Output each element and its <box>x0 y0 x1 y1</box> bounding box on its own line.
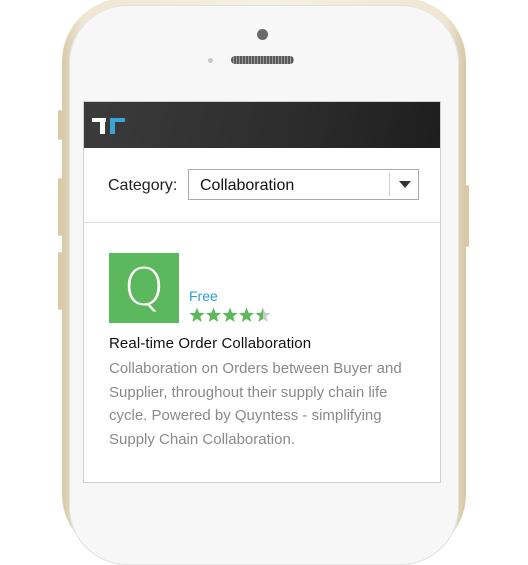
app-title[interactable]: Real-time Order Collaboration <box>109 335 311 352</box>
category-label: Category: <box>108 177 178 194</box>
star-icon <box>189 307 205 322</box>
app-price: Free <box>189 288 218 304</box>
star-icon <box>205 307 222 322</box>
rating-stars <box>189 307 271 322</box>
phone-screen: Category: Collaboration Q Free Real-time… <box>84 102 440 482</box>
select-divider <box>389 173 390 196</box>
phone-power-button <box>465 185 469 247</box>
star-icon <box>222 307 238 322</box>
phone-side-button <box>58 110 62 140</box>
phone-volume-up-button <box>58 178 62 236</box>
category-filter: Category: Collaboration <box>84 148 440 223</box>
category-select-value: Collaboration <box>200 177 295 194</box>
sensor-icon <box>208 58 213 63</box>
chevron-down-icon[interactable] <box>399 181 411 188</box>
phone-volume-down-button <box>58 252 62 310</box>
star-icon <box>255 307 271 322</box>
app-header <box>84 102 440 148</box>
app-description: Collaboration on Orders between Buyer an… <box>109 360 402 448</box>
brand-logo-icon[interactable] <box>92 116 126 136</box>
star-icon <box>238 307 255 322</box>
speaker-grille <box>231 56 294 64</box>
app-icon[interactable]: Q <box>109 253 179 323</box>
category-select[interactable]: Collaboration <box>188 169 419 200</box>
app-listing-card[interactable]: Q Free Real-time Order Collaboration Col… <box>84 223 440 482</box>
camera-icon <box>257 29 268 40</box>
